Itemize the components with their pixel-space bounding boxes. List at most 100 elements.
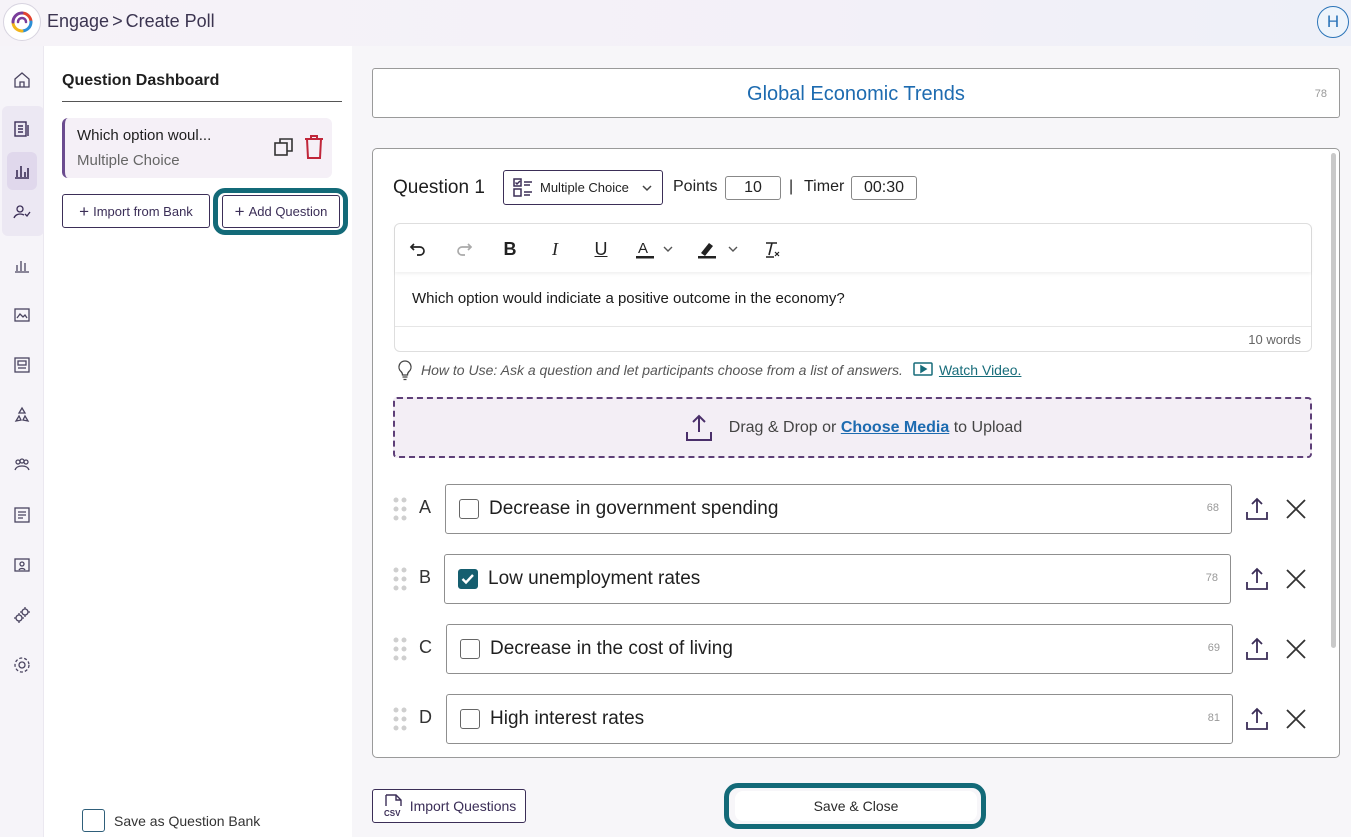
answer-option: A Decrease in government spending 68 xyxy=(373,484,1339,534)
answer-option: B Low unemployment rates 78 xyxy=(373,554,1339,604)
how-to-hint: How to Use: Ask a question and let parti… xyxy=(395,359,1021,381)
list-icon[interactable] xyxy=(12,505,32,525)
highlight-icon[interactable] xyxy=(697,238,741,260)
delete-icon[interactable] xyxy=(303,134,325,165)
user-avatar[interactable]: H xyxy=(1317,6,1349,38)
correct-answer-checkbox[interactable] xyxy=(460,709,480,729)
option-input[interactable]: High interest rates 81 xyxy=(446,694,1233,744)
chevron-down-icon xyxy=(642,185,652,192)
breadcrumb-current: Create Poll xyxy=(125,11,215,31)
gears-icon[interactable] xyxy=(12,605,32,625)
option-input[interactable]: Decrease in the cost of living 69 xyxy=(446,624,1233,674)
recycle-icon[interactable] xyxy=(12,405,32,425)
upload-icon[interactable] xyxy=(1244,496,1270,527)
checklist-icon xyxy=(513,177,532,197)
add-question-button[interactable]: + Add Question xyxy=(222,195,340,228)
plus-icon: + xyxy=(234,202,245,221)
poll-icon[interactable] xyxy=(7,152,37,190)
watch-video-link[interactable]: Watch Video. xyxy=(913,362,1022,378)
choose-media-link[interactable]: Choose Media xyxy=(841,419,949,436)
option-letter: D xyxy=(419,707,432,727)
upload-icon[interactable] xyxy=(1244,566,1270,597)
group-icon[interactable] xyxy=(12,455,32,475)
option-char-count: 68 xyxy=(1206,502,1219,514)
document-icon[interactable] xyxy=(12,119,32,139)
underline-icon[interactable]: U xyxy=(590,238,612,260)
option-char-count: 78 xyxy=(1205,572,1218,584)
editor-footer-divider xyxy=(395,326,1311,327)
dashboard-title: Question Dashboard xyxy=(62,72,220,89)
question-type-value: Multiple Choice xyxy=(540,180,629,195)
remove-option-icon[interactable] xyxy=(1285,568,1307,595)
save-as-bank-label: Save as Question Bank xyxy=(114,813,261,829)
points-input[interactable]: 10 xyxy=(725,176,781,200)
import-questions-button[interactable]: CSV Import Questions xyxy=(372,789,526,823)
svg-text:CSV: CSV xyxy=(384,809,401,818)
question-card-text: Which option woul... xyxy=(77,127,212,144)
home-icon[interactable] xyxy=(12,70,32,90)
import-from-bank-label: Import from Bank xyxy=(93,203,193,219)
add-question-label: Add Question xyxy=(248,204,328,219)
option-text: Decrease in government spending xyxy=(489,498,779,519)
word-count: 10 words xyxy=(1248,332,1301,347)
import-from-bank-button[interactable]: + Import from Bank xyxy=(62,194,210,228)
csv-file-icon: CSV xyxy=(384,794,402,818)
save-as-bank-checkbox[interactable] xyxy=(82,809,105,832)
italic-icon[interactable]: I xyxy=(544,238,566,260)
badge-icon[interactable] xyxy=(12,555,32,575)
main-content: Global Economic Trends 78 Question 1 Mul… xyxy=(352,46,1351,837)
divider-pipe: | xyxy=(789,178,794,195)
upload-icon[interactable] xyxy=(1244,706,1270,737)
editor-toolbar: B I U A xyxy=(395,224,1311,272)
import-questions-label: Import Questions xyxy=(409,798,517,814)
breadcrumb-engage[interactable]: Engage xyxy=(47,11,109,32)
media-dropzone[interactable]: Drag & Drop or Choose Media to Upload xyxy=(393,397,1312,458)
plus-icon: + xyxy=(79,201,90,221)
dashboard-divider xyxy=(62,101,342,102)
question-text[interactable]: Which option would indiciate a positive … xyxy=(412,290,845,307)
svg-text:A: A xyxy=(638,240,648,257)
drop-prefix: Drag & Drop or xyxy=(728,418,837,436)
timer-input[interactable]: 00:30 xyxy=(851,176,917,200)
remove-option-icon[interactable] xyxy=(1285,708,1307,735)
question-type-select[interactable]: Multiple Choice xyxy=(503,170,663,205)
app-logo[interactable] xyxy=(3,3,41,41)
correct-answer-checkbox[interactable] xyxy=(458,569,478,589)
correct-answer-checkbox[interactable] xyxy=(460,639,480,659)
duplicate-icon[interactable] xyxy=(273,136,295,163)
lightbulb-icon xyxy=(398,360,412,381)
bold-icon[interactable]: B xyxy=(499,238,521,260)
drag-handle-icon[interactable] xyxy=(393,707,407,736)
option-letter: A xyxy=(419,497,432,517)
option-char-count: 81 xyxy=(1207,712,1220,724)
poll-title-input[interactable]: Global Economic Trends 78 xyxy=(372,68,1340,118)
newspaper-icon[interactable] xyxy=(12,355,32,375)
drag-handle-icon[interactable] xyxy=(393,497,407,526)
question-number: Question 1 xyxy=(393,177,485,198)
watch-video-label: Watch Video. xyxy=(938,362,1022,378)
poll-title-char-count: 78 xyxy=(1314,88,1327,100)
remove-option-icon[interactable] xyxy=(1285,498,1307,525)
font-color-icon[interactable]: A xyxy=(635,238,679,260)
option-text: High interest rates xyxy=(490,708,645,729)
image-icon[interactable] xyxy=(12,305,32,325)
option-input[interactable]: Decrease in government spending 68 xyxy=(445,484,1232,534)
option-text: Decrease in the cost of living xyxy=(490,638,733,659)
drag-handle-icon[interactable] xyxy=(393,637,407,666)
clear-format-icon[interactable] xyxy=(761,238,783,260)
undo-icon[interactable] xyxy=(407,238,429,260)
breadcrumb-separator: > xyxy=(112,11,123,31)
bar-chart-icon[interactable] xyxy=(12,255,32,275)
remove-option-icon[interactable] xyxy=(1285,638,1307,665)
correct-answer-checkbox[interactable] xyxy=(459,499,479,519)
save-close-button[interactable]: Save & Close xyxy=(735,791,977,821)
users-check-icon[interactable] xyxy=(12,202,32,222)
option-letter: B xyxy=(419,567,432,587)
drag-handle-icon[interactable] xyxy=(393,567,407,596)
option-input[interactable]: Low unemployment rates 78 xyxy=(444,554,1231,604)
settings-icon[interactable] xyxy=(12,655,32,675)
question-card[interactable]: Which option woul... Multiple Choice xyxy=(62,118,332,178)
upload-icon[interactable] xyxy=(1244,636,1270,667)
redo-icon[interactable] xyxy=(453,238,475,260)
answer-option: D High interest rates 81 xyxy=(373,694,1339,744)
